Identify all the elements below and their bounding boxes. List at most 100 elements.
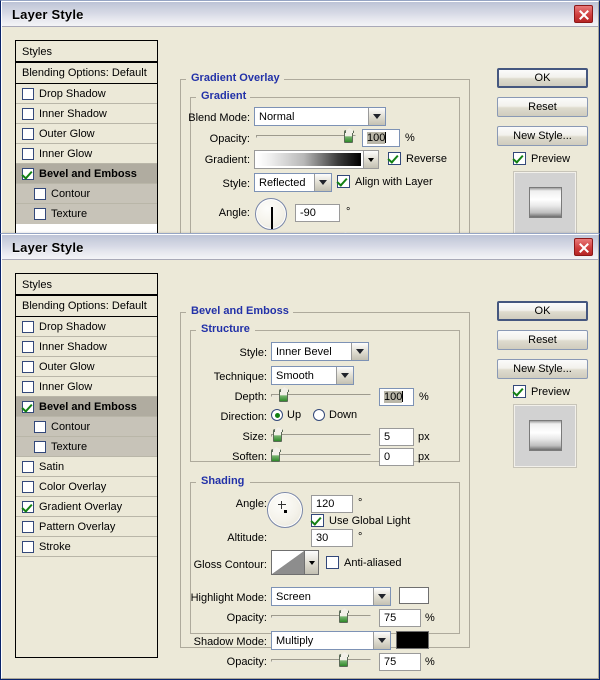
- highlight-opacity-input[interactable]: 75: [379, 609, 421, 627]
- sidebar-item-color-overlay-2[interactable]: Color Overlay: [16, 477, 157, 497]
- chevron-down-icon[interactable]: [336, 367, 353, 384]
- checkbox-texture-2[interactable]: [34, 441, 46, 453]
- checkbox-outer-glow-1[interactable]: [22, 128, 34, 140]
- radio-up-indicator[interactable]: [271, 409, 283, 421]
- radio-direction-up[interactable]: Up: [271, 409, 301, 421]
- preview-checkbox-row-1[interactable]: Preview: [513, 152, 570, 165]
- checkbox-bevel-and-emboss-1[interactable]: [22, 168, 34, 180]
- chevron-down-icon[interactable]: [351, 343, 368, 360]
- sidebar-item-outer-glow-1[interactable]: Outer Glow: [16, 124, 157, 144]
- checkbox-satin-2[interactable]: [22, 461, 34, 473]
- chevron-down-icon[interactable]: [373, 588, 390, 605]
- gradient-dropdown-arrow[interactable]: [364, 150, 379, 169]
- shading-angle-input[interactable]: 120: [311, 495, 353, 513]
- highlight-mode-select[interactable]: Screen: [271, 587, 391, 606]
- reverse-checkbox-row[interactable]: Reverse: [388, 152, 447, 165]
- titlebar-1[interactable]: Layer Style: [2, 2, 598, 27]
- checkbox-pattern-overlay-2[interactable]: [22, 521, 34, 533]
- sidebar-item-inner-glow-2[interactable]: Inner Glow: [16, 377, 157, 397]
- depth-slider[interactable]: [271, 389, 371, 403]
- soften-slider[interactable]: [271, 449, 371, 463]
- close-icon[interactable]: [574, 5, 593, 23]
- checkbox-stroke-2[interactable]: [22, 541, 34, 553]
- slider-thumb[interactable]: [339, 654, 348, 667]
- checkbox-contour-1[interactable]: [34, 188, 46, 200]
- sidebar-item-texture-1[interactable]: Texture: [16, 204, 157, 224]
- checkbox-inner-shadow-1[interactable]: [22, 108, 34, 120]
- blending-options-row-1[interactable]: Blending Options: Default: [16, 63, 157, 84]
- checkbox-contour-2[interactable]: [34, 421, 46, 433]
- checkbox-color-overlay-2[interactable]: [22, 481, 34, 493]
- checkbox-inner-glow-2[interactable]: [22, 381, 34, 393]
- sidebar-item-satin-2[interactable]: Satin: [16, 457, 157, 477]
- sidebar-item-inner-glow-1[interactable]: Inner Glow: [16, 144, 157, 164]
- sidebar-item-gradient-overlay-2[interactable]: Gradient Overlay: [16, 497, 157, 517]
- use-global-light-row[interactable]: Use Global Light: [311, 514, 410, 527]
- gloss-contour-dropdown[interactable]: [305, 550, 319, 575]
- slider-thumb[interactable]: [339, 610, 348, 623]
- slider-thumb[interactable]: [279, 389, 288, 402]
- checkbox-bevel-and-emboss-2[interactable]: [22, 401, 34, 413]
- style-select-1[interactable]: Reflected: [254, 173, 332, 192]
- shading-angle-dial[interactable]: [267, 492, 303, 528]
- shadow-mode-select[interactable]: Multiply: [271, 631, 391, 650]
- highlight-opacity-slider[interactable]: [271, 610, 371, 624]
- checkbox-drop-shadow-2[interactable]: [22, 321, 34, 333]
- checkbox-gradient-overlay-2[interactable]: [22, 501, 34, 513]
- bevel-style-select[interactable]: Inner Bevel: [271, 342, 369, 361]
- new-style-button-2[interactable]: New Style...: [497, 359, 588, 379]
- chevron-down-icon[interactable]: [368, 108, 385, 125]
- highlight-color-swatch[interactable]: [399, 587, 429, 604]
- slider-thumb[interactable]: [273, 429, 282, 442]
- sidebar-item-contour-1[interactable]: Contour: [16, 184, 157, 204]
- slider-thumb[interactable]: [344, 130, 353, 143]
- shadow-opacity-input[interactable]: 75: [379, 653, 421, 671]
- slider-thumb[interactable]: [271, 449, 280, 462]
- size-input[interactable]: 5: [379, 428, 414, 446]
- soften-input[interactable]: 0: [379, 448, 414, 466]
- checkbox-inner-shadow-2[interactable]: [22, 341, 34, 353]
- sidebar-item-outer-glow-2[interactable]: Outer Glow: [16, 357, 157, 377]
- blend-mode-select-1[interactable]: Normal: [254, 107, 386, 126]
- sidebar-item-drop-shadow-2[interactable]: Drop Shadow: [16, 317, 157, 337]
- align-with-layer-row[interactable]: Align with Layer: [337, 175, 433, 188]
- checkbox-align-with-layer[interactable]: [337, 175, 350, 188]
- size-slider[interactable]: [271, 429, 371, 443]
- sidebar-item-inner-shadow-2[interactable]: Inner Shadow: [16, 337, 157, 357]
- angle-dial-1[interactable]: [255, 198, 287, 230]
- shadow-color-swatch[interactable]: [396, 631, 429, 649]
- opacity-input-1[interactable]: 100: [362, 129, 400, 147]
- sidebar-item-drop-shadow-1[interactable]: Drop Shadow: [16, 84, 157, 104]
- sidebar-item-texture-2[interactable]: Texture: [16, 437, 157, 457]
- gradient-preview-strip[interactable]: [254, 150, 364, 169]
- checkbox-outer-glow-2[interactable]: [22, 361, 34, 373]
- anti-aliased-row[interactable]: Anti-aliased: [326, 556, 401, 569]
- sidebar-item-stroke-2[interactable]: Stroke: [16, 537, 157, 557]
- checkbox-texture-1[interactable]: [34, 208, 46, 220]
- ok-button-1[interactable]: OK: [497, 68, 588, 88]
- sidebar-item-bevel-and-emboss-2[interactable]: Bevel and Emboss: [16, 397, 157, 417]
- radio-direction-down[interactable]: Down: [313, 409, 357, 421]
- sidebar-item-contour-2[interactable]: Contour: [16, 417, 157, 437]
- sidebar-item-inner-shadow-1[interactable]: Inner Shadow: [16, 104, 157, 124]
- shadow-opacity-slider[interactable]: [271, 654, 371, 668]
- chevron-down-icon[interactable]: [314, 174, 331, 191]
- titlebar-2[interactable]: Layer Style: [2, 235, 598, 260]
- preview-checkbox-row-2[interactable]: Preview: [513, 385, 570, 398]
- new-style-button-1[interactable]: New Style...: [497, 126, 588, 146]
- checkbox-inner-glow-1[interactable]: [22, 148, 34, 160]
- checkbox-reverse[interactable]: [388, 152, 401, 165]
- checkbox-preview-1[interactable]: [513, 152, 526, 165]
- opacity-slider-1[interactable]: [256, 130, 356, 144]
- depth-input[interactable]: 100: [379, 388, 414, 406]
- checkbox-preview-2[interactable]: [513, 385, 526, 398]
- checkbox-use-global-light[interactable]: [311, 514, 324, 527]
- checkbox-drop-shadow-1[interactable]: [22, 88, 34, 100]
- radio-down-indicator[interactable]: [313, 409, 325, 421]
- altitude-input[interactable]: 30: [311, 529, 353, 547]
- gloss-contour-swatch[interactable]: [271, 550, 305, 575]
- sidebar-item-pattern-overlay-2[interactable]: Pattern Overlay: [16, 517, 157, 537]
- ok-button-2[interactable]: OK: [497, 301, 588, 321]
- blending-options-row-2[interactable]: Blending Options: Default: [16, 296, 157, 317]
- checkbox-anti-aliased[interactable]: [326, 556, 339, 569]
